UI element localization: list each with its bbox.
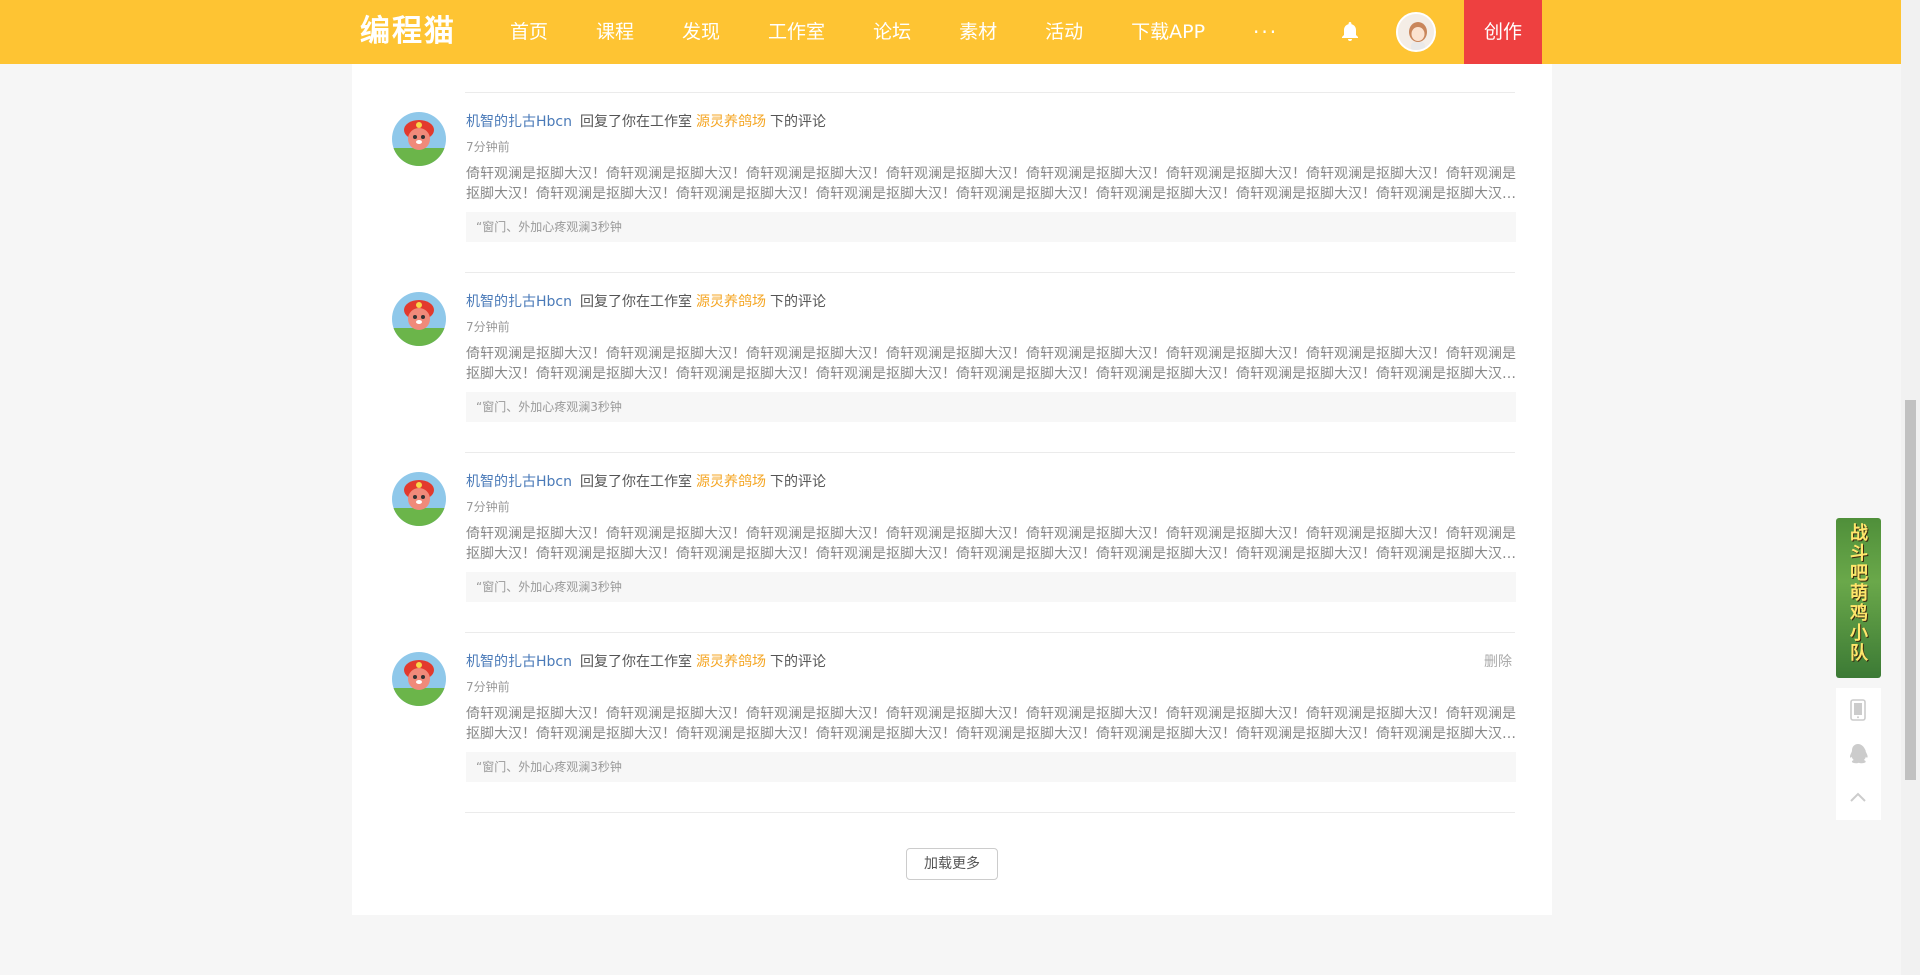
notification-header: 机智的扎古Hbcn 回复了你在工作室 源灵养鸽场 下的评论 bbox=[466, 652, 826, 672]
notification-header: 机智的扎古Hbcn 回复了你在工作室 源灵养鸽场 下的评论 bbox=[466, 472, 826, 492]
create-button[interactable]: 创作 bbox=[1464, 0, 1542, 64]
action-text: 回复了你在工作室 bbox=[579, 654, 692, 670]
action-suffix: 下的评论 bbox=[769, 294, 826, 310]
timestamp: 7分钟前 bbox=[466, 500, 510, 514]
notification-item: 机智的扎古Hbcn 回复了你在工作室 源灵养鸽场 下的评论 7分钟前 倚轩观澜是抠脚大… bbox=[352, 272, 1552, 452]
logo[interactable]: 编程猫 bbox=[360, 12, 456, 52]
promo-banner[interactable]: 战斗吧萌鸡小队 bbox=[1836, 518, 1881, 678]
studio-link[interactable]: 源灵养鸽场 bbox=[696, 114, 766, 130]
timestamp: 7分钟前 bbox=[466, 680, 510, 694]
avatar-illustration bbox=[392, 112, 446, 166]
top-header: 编程猫 首页 课程 发现 工作室 论坛 素材 活动 下载APP ··· 创作 bbox=[0, 0, 1901, 64]
user-avatar[interactable] bbox=[1396, 12, 1436, 52]
nav-materials[interactable]: 素材 bbox=[959, 0, 997, 64]
delete-button[interactable]: 删除 bbox=[1484, 652, 1512, 672]
reply-content: 倚轩观澜是抠脚大汉！倚轩观澜是抠脚大汉！倚轩观澜是抠脚大汉！倚轩观澜是抠脚大汉！… bbox=[466, 346, 1516, 382]
notification-header: 机智的扎古Hbcn 回复了你在工作室 源灵养鸽场 下的评论 bbox=[466, 112, 826, 132]
action-suffix: 下的评论 bbox=[769, 474, 826, 490]
notification-item: 机智的扎古Hbcn 回复了你在工作室 源灵养鸽场 下的评论 7分钟前 倚轩观澜是抠脚大… bbox=[352, 92, 1552, 272]
nav-more-icon[interactable]: ··· bbox=[1253, 0, 1278, 64]
back-to-top-tool[interactable] bbox=[1836, 776, 1881, 820]
timestamp: 7分钟前 bbox=[466, 140, 510, 154]
action-suffix: 下的评论 bbox=[769, 654, 826, 670]
action-text: 回复了你在工作室 bbox=[579, 474, 692, 490]
commenter-name-link[interactable]: 机智的扎古Hbcn bbox=[466, 294, 572, 310]
commenter-name-link[interactable]: 机智的扎古Hbcn bbox=[466, 474, 572, 490]
notification-list: 机智的扎古Hbcn 回复了你在工作室 源灵养鸽场 下的评论 7分钟前 倚轩观澜是抠脚大… bbox=[352, 64, 1552, 915]
nav-download-app[interactable]: 下载APP bbox=[1131, 0, 1205, 64]
quoted-comment: “窗门、外加心疼观澜3秒钟 bbox=[466, 392, 1516, 422]
main-nav: 首页 课程 发现 工作室 论坛 素材 活动 下载APP ··· bbox=[510, 0, 1278, 64]
action-suffix: 下的评论 bbox=[769, 114, 826, 130]
studio-link[interactable]: 源灵养鸽场 bbox=[696, 654, 766, 670]
qq-icon bbox=[1849, 744, 1868, 764]
timestamp: 7分钟前 bbox=[466, 320, 510, 334]
commenter-name-link[interactable]: 机智的扎古Hbcn bbox=[466, 114, 572, 130]
notification-header: 机智的扎古Hbcn 回复了你在工作室 源灵养鸽场 下的评论 bbox=[466, 292, 826, 312]
commenter-avatar[interactable] bbox=[392, 292, 446, 346]
quoted-comment: “窗门、外加心疼观澜3秒钟 bbox=[466, 212, 1516, 242]
avatar-illustration bbox=[392, 292, 446, 346]
back-to-top-icon bbox=[1850, 792, 1866, 802]
studio-link[interactable]: 源灵养鸽场 bbox=[696, 474, 766, 490]
divider bbox=[465, 812, 1515, 813]
promo-banner-text: 战斗吧萌鸡小队 bbox=[1850, 523, 1868, 664]
studio-link[interactable]: 源灵养鸽场 bbox=[696, 294, 766, 310]
notification-item: 机智的扎古Hbcn 回复了你在工作室 源灵养鸽场 下的评论 7分钟前 倚轩观澜是抠脚大… bbox=[352, 452, 1552, 632]
tablet-tool[interactable] bbox=[1836, 688, 1881, 732]
quoted-comment: “窗门、外加心疼观澜3秒钟 bbox=[466, 752, 1516, 782]
nav-home[interactable]: 首页 bbox=[510, 0, 548, 64]
reply-content: 倚轩观澜是抠脚大汉！倚轩观澜是抠脚大汉！倚轩观澜是抠脚大汉！倚轩观澜是抠脚大汉！… bbox=[466, 166, 1516, 202]
reply-content: 倚轩观澜是抠脚大汉！倚轩观澜是抠脚大汉！倚轩观澜是抠脚大汉！倚轩观澜是抠脚大汉！… bbox=[466, 706, 1516, 742]
action-text: 回复了你在工作室 bbox=[579, 114, 692, 130]
notification-item: 机智的扎古Hbcn 回复了你在工作室 源灵养鸽场 下的评论 删除 7分钟前 倚轩观澜是… bbox=[352, 632, 1552, 812]
nav-forum[interactable]: 论坛 bbox=[873, 0, 911, 64]
nav-discover[interactable]: 发现 bbox=[682, 0, 720, 64]
avatar-illustration bbox=[392, 472, 446, 526]
bell-icon[interactable] bbox=[1338, 20, 1362, 44]
commenter-avatar[interactable] bbox=[392, 472, 446, 526]
qq-tool[interactable] bbox=[1836, 732, 1881, 776]
nav-courses[interactable]: 课程 bbox=[596, 0, 634, 64]
avatar-illustration bbox=[1398, 14, 1434, 50]
quoted-comment: “窗门、外加心疼观澜3秒钟 bbox=[466, 572, 1516, 602]
commenter-avatar[interactable] bbox=[392, 652, 446, 706]
commenter-avatar[interactable] bbox=[392, 112, 446, 166]
commenter-name-link[interactable]: 机智的扎古Hbcn bbox=[466, 654, 572, 670]
load-more-button[interactable]: 加载更多 bbox=[906, 848, 998, 880]
page-scrollbar[interactable] bbox=[1901, 0, 1920, 975]
avatar-illustration bbox=[392, 652, 446, 706]
nav-events[interactable]: 活动 bbox=[1045, 0, 1083, 64]
scrollbar-thumb[interactable] bbox=[1905, 400, 1916, 780]
tablet-icon bbox=[1850, 699, 1866, 721]
nav-studio[interactable]: 工作室 bbox=[768, 0, 825, 64]
reply-content: 倚轩观澜是抠脚大汉！倚轩观澜是抠脚大汉！倚轩观澜是抠脚大汉！倚轩观澜是抠脚大汉！… bbox=[466, 526, 1516, 562]
action-text: 回复了你在工作室 bbox=[579, 294, 692, 310]
